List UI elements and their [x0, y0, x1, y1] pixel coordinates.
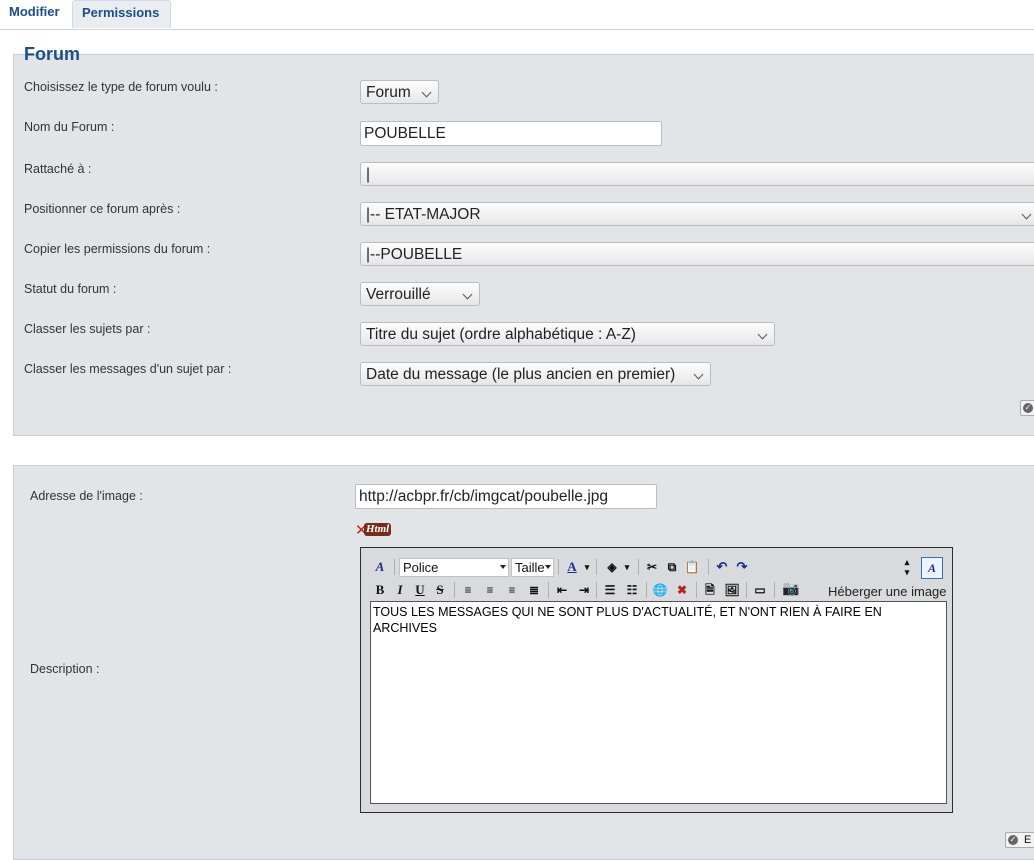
- font-select[interactable]: Police: [399, 558, 509, 577]
- italic-icon[interactable]: I: [392, 580, 408, 600]
- strikethrough-icon[interactable]: S: [432, 580, 448, 600]
- insert-file-icon[interactable]: 🗎: [702, 580, 718, 600]
- remove-format-icon[interactable]: A: [372, 557, 388, 577]
- position-value: |-- ETAT-MAJOR: [366, 206, 481, 223]
- size-select[interactable]: Taille: [511, 558, 554, 577]
- chevron-down-icon: [693, 369, 704, 380]
- cut-icon[interactable]: ✂: [644, 557, 660, 577]
- submit-button-partial-2[interactable]: ✓ E: [1005, 832, 1034, 848]
- camera-icon[interactable]: 📷: [780, 580, 802, 600]
- toolbar-separator: [558, 559, 559, 575]
- align-left-icon[interactable]: ≡: [460, 580, 476, 600]
- link-icon[interactable]: 🌐: [652, 580, 668, 600]
- submit-button-partial[interactable]: ✓: [1020, 400, 1034, 416]
- position-select[interactable]: |-- ETAT-MAJOR: [360, 202, 1034, 226]
- dropdown-arrow-icon: [545, 565, 551, 569]
- dropdown-arrow-icon[interactable]: ▾: [583, 557, 591, 577]
- align-center-icon[interactable]: ≡: [482, 580, 498, 600]
- toolbar-separator: [774, 582, 775, 598]
- sort-messages-value: Date du message (le plus ancien en premi…: [366, 366, 676, 383]
- sort-messages-select[interactable]: Date du message (le plus ancien en premi…: [360, 362, 711, 386]
- rich-text-editor: A Police Taille A ▾ ◈ ▾ ✂ ⧉ 📋 ↶ ↷ ▴ ▾ A B…: [360, 547, 953, 813]
- dropdown-arrow-icon[interactable]: ▾: [623, 557, 631, 577]
- sort-topics-value: Titre du sujet (ordre alphabétique : A-Z…: [366, 326, 636, 343]
- paste-icon[interactable]: 📋: [684, 557, 700, 577]
- description-label: Description :: [30, 662, 100, 676]
- insert-image-icon[interactable]: 🖼: [724, 580, 740, 600]
- toolbar-separator: [746, 582, 747, 598]
- html-toggle-button[interactable]: ✕ Html: [355, 522, 393, 538]
- toolbar-separator: [638, 559, 639, 575]
- parent-select[interactable]: |: [360, 162, 1034, 186]
- image-address-input[interactable]: http://acbpr.fr/cb/imgcat/poubelle.jpg: [355, 484, 657, 509]
- underline-icon[interactable]: U: [412, 580, 428, 600]
- copy-permissions-select[interactable]: |--POUBELLE: [360, 242, 1034, 266]
- font-select-label: Police: [403, 560, 439, 575]
- align-right-icon[interactable]: ≡: [504, 580, 520, 600]
- parent-label: Rattaché à :: [24, 162, 92, 176]
- toolbar-separator: [596, 582, 597, 598]
- submit-label: E: [1024, 834, 1032, 846]
- tab-modifier[interactable]: Modifier: [0, 0, 70, 28]
- upload-image-button[interactable]: Héberger une image: [828, 584, 947, 599]
- tab-bar: Modifier Permissions: [0, 0, 1034, 30]
- dropdown-arrow-icon: [500, 565, 506, 569]
- html-toggle-label: Html: [364, 523, 392, 536]
- forum-name-label: Nom du Forum :: [24, 120, 115, 134]
- forum-type-select[interactable]: Forum: [360, 80, 439, 104]
- toolbar-separator: [696, 582, 697, 598]
- chevron-down-icon: [421, 87, 432, 98]
- status-value: Verrouillé: [366, 286, 431, 303]
- image-address-label: Adresse de l'image :: [30, 489, 143, 503]
- numbered-list-icon[interactable]: ☰: [602, 580, 618, 600]
- tab-permissions[interactable]: Permissions: [72, 0, 171, 28]
- indent-icon[interactable]: ⇥: [576, 580, 592, 600]
- status-select[interactable]: Verrouillé: [360, 282, 480, 306]
- copy-permissions-value: |--POUBELLE: [366, 246, 463, 263]
- background-color-icon[interactable]: ◈: [602, 557, 622, 577]
- parent-value: |: [366, 166, 371, 183]
- sort-topics-label: Classer les sujets par :: [24, 322, 151, 336]
- align-justify-icon[interactable]: ≣: [526, 580, 542, 600]
- text-color-icon[interactable]: A: [563, 557, 581, 577]
- chevron-down-icon: [757, 329, 768, 340]
- forum-legend: Forum: [24, 44, 80, 64]
- check-icon: ✓: [1008, 835, 1018, 845]
- switch-editor-icon[interactable]: A: [921, 557, 943, 579]
- toolbar-row-1: A Police Taille A ▾ ◈ ▾ ✂ ⧉ 📋 ↶ ↷ ▴ ▾ A: [370, 557, 950, 579]
- description-textarea[interactable]: TOUS LES MESSAGES QUI NE SONT PLUS D'ACT…: [370, 601, 947, 804]
- toolbar-separator: [646, 582, 647, 598]
- sort-topics-select[interactable]: Titre du sujet (ordre alphabétique : A-Z…: [360, 322, 775, 346]
- bold-icon[interactable]: B: [372, 580, 388, 600]
- chevron-down-icon: [1021, 209, 1032, 220]
- position-label: Positionner ce forum après :: [24, 202, 181, 216]
- bulleted-list-icon[interactable]: ☷: [624, 580, 640, 600]
- unlink-icon[interactable]: ✖: [674, 580, 690, 600]
- outdent-icon[interactable]: ⇤: [554, 580, 570, 600]
- toolbar-separator: [394, 559, 395, 575]
- toolbar-separator: [708, 559, 709, 575]
- sort-messages-label: Classer les messages d'un sujet par :: [24, 362, 232, 376]
- table-icon[interactable]: ▭: [752, 580, 768, 600]
- copy-permissions-label: Copier les permissions du forum :: [24, 242, 211, 256]
- chevron-down-icon: [462, 289, 473, 300]
- forum-type-value: Forum: [366, 84, 411, 101]
- status-label: Statut du forum :: [24, 282, 117, 296]
- toolbar-separator: [596, 559, 597, 575]
- forum-name-input[interactable]: POUBELLE: [360, 121, 662, 146]
- undo-icon[interactable]: ↶: [714, 557, 730, 577]
- forum-type-label: Choisissez le type de forum voulu :: [24, 80, 218, 94]
- size-select-label: Taille: [515, 560, 545, 575]
- toolbar-separator: [548, 582, 549, 598]
- toolbar-separator: [454, 582, 455, 598]
- copy-icon[interactable]: ⧉: [664, 557, 680, 577]
- resize-icon[interactable]: ▴ ▾: [901, 557, 913, 577]
- check-icon: ✓: [1023, 403, 1033, 413]
- redo-icon[interactable]: ↷: [734, 557, 750, 577]
